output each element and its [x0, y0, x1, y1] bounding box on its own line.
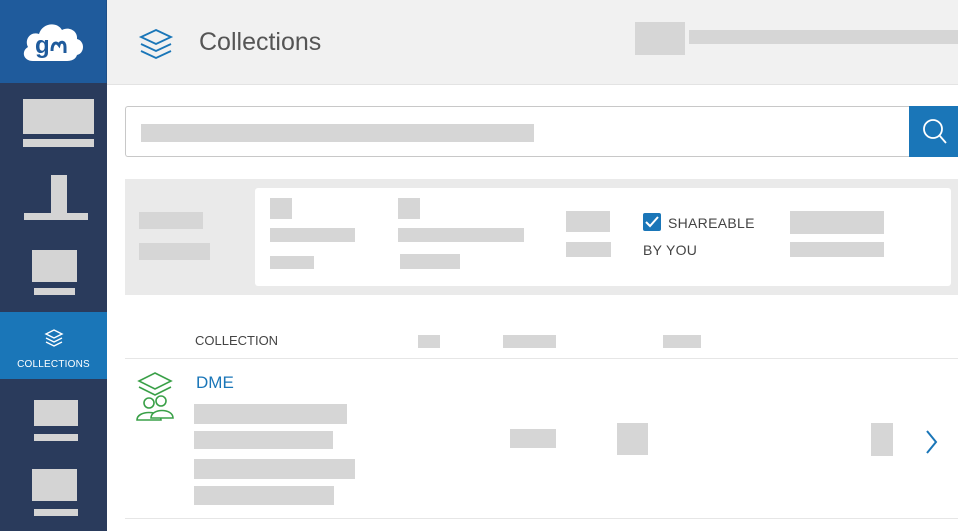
page-header: Collections: [107, 0, 958, 85]
collection-detail-4: [194, 486, 334, 505]
filter-option-5-label[interactable]: [790, 211, 884, 234]
table-header-divider: [125, 358, 958, 359]
filter-group-label-2: [139, 243, 210, 260]
column-header-3[interactable]: [503, 335, 556, 348]
sidebar-item-3-icon[interactable]: [32, 250, 77, 282]
filter-option-3-checkbox[interactable]: [566, 211, 610, 232]
collection-detail-2: [194, 431, 333, 449]
sidebar-item-1-label: [23, 139, 94, 147]
sidebar-item-3-label: [34, 288, 75, 295]
search-placeholder: [141, 124, 534, 142]
sidebar-item-2-icon[interactable]: [51, 175, 67, 213]
filter-option-1-checkbox[interactable]: [270, 198, 292, 219]
filter-option-1-label-2[interactable]: [270, 256, 314, 269]
app-logo[interactable]: g: [0, 0, 107, 83]
chevron-right-icon[interactable]: [923, 428, 939, 456]
table-row-divider: [125, 518, 958, 519]
shareable-label[interactable]: SHAREABLE: [668, 215, 755, 231]
filter-group-label: [139, 212, 203, 229]
user-avatar[interactable]: [635, 22, 685, 55]
globus-logo-icon: g: [23, 24, 83, 61]
layers-icon: [138, 29, 174, 59]
search-icon: [923, 119, 947, 144]
shareable-label-line2[interactable]: BY YOU: [643, 242, 697, 258]
sidebar-item-5-icon[interactable]: [34, 400, 78, 426]
sidebar-item-collections[interactable]: COLLECTIONS: [0, 312, 107, 379]
collection-name[interactable]: DME: [196, 373, 234, 393]
filter-option-1-label[interactable]: [270, 228, 355, 242]
svg-text:g: g: [35, 32, 50, 59]
column-header-collection[interactable]: COLLECTION: [195, 333, 278, 348]
sidebar-item-2-label: [24, 213, 88, 220]
collection-cell-2: [510, 429, 556, 448]
user-name[interactable]: [689, 30, 958, 44]
filter-option-3-label[interactable]: [566, 242, 611, 257]
sidebar: g COLLECTIONS: [0, 0, 107, 531]
filter-options: [255, 188, 951, 286]
column-header-2[interactable]: [418, 335, 440, 348]
checkmark-icon: [645, 216, 659, 228]
column-header-4[interactable]: [663, 335, 701, 348]
collection-detail-3: [194, 459, 355, 479]
filter-option-2-label[interactable]: [398, 228, 524, 242]
page-title: Collections: [199, 28, 322, 56]
sidebar-item-6-icon[interactable]: [32, 469, 77, 501]
shareable-checkbox[interactable]: [643, 213, 661, 231]
collection-cell-3: [617, 423, 648, 455]
search-button[interactable]: [909, 106, 958, 157]
shared-collection-icon: [136, 372, 174, 421]
sidebar-item-5-label: [34, 434, 78, 441]
collection-detail-1: [194, 404, 347, 424]
layers-icon: [44, 329, 64, 347]
sidebar-item-6-label: [34, 509, 78, 516]
sidebar-item-1-icon[interactable]: [23, 99, 94, 134]
collection-cell-4: [871, 423, 893, 456]
filter-option-2-label-2[interactable]: [400, 254, 460, 269]
filter-option-2-checkbox[interactable]: [398, 198, 420, 219]
search-input[interactable]: [125, 106, 910, 157]
filter-option-5-label-2[interactable]: [790, 242, 884, 257]
sidebar-item-label: COLLECTIONS: [17, 359, 90, 370]
